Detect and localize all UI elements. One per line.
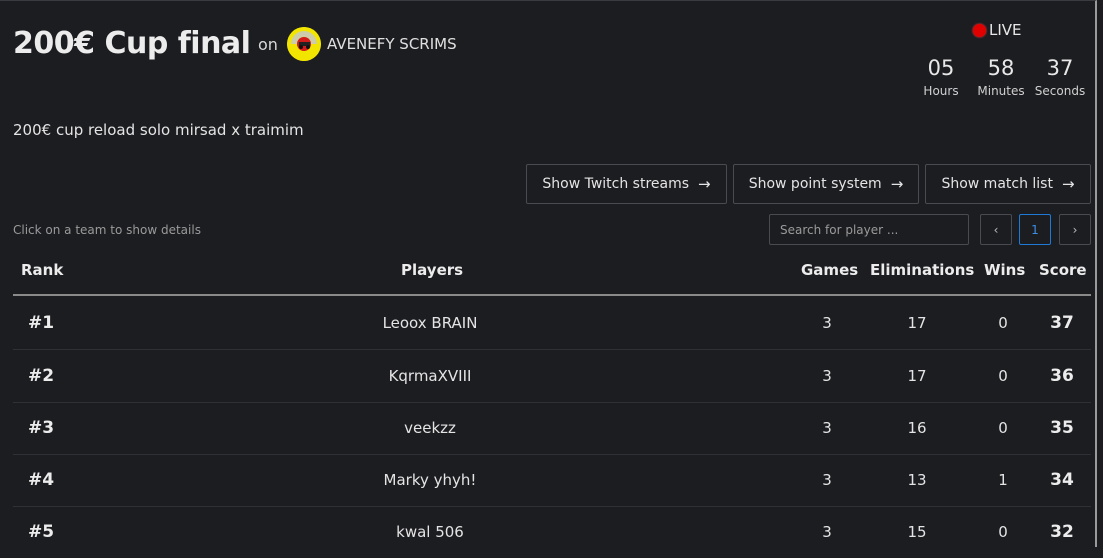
player-cell: veekzz	[404, 419, 456, 437]
rank-cell: #1	[28, 313, 55, 333]
hours-label: Hours	[923, 84, 959, 98]
score-cell: 37	[1050, 313, 1074, 333]
arrow-right-icon: →	[890, 175, 904, 193]
pagination-prev-button[interactable]: ‹	[980, 214, 1012, 245]
score-cell: 32	[1050, 522, 1074, 542]
player-cell: KqrmaXVIII	[388, 367, 472, 385]
eliminations-cell: 15	[907, 523, 927, 541]
pagination-next-button[interactable]: ›	[1059, 214, 1091, 245]
chevron-right-icon: ›	[1072, 222, 1078, 237]
table-row[interactable]: #5 kwal 506 3 15 0 32	[13, 506, 1091, 558]
player-search-input[interactable]	[769, 214, 969, 245]
table-row[interactable]: #4 Marky yhyh! 3 13 1 34	[13, 454, 1091, 507]
player-cell: Marky yhyh!	[383, 471, 477, 489]
rank-cell: #4	[28, 470, 55, 490]
header-score[interactable]: Score	[1039, 261, 1087, 279]
header-wins[interactable]: Wins	[984, 261, 1025, 279]
live-label: LIVE	[989, 21, 1022, 39]
timer-minutes: 58 Minutes	[974, 56, 1028, 98]
table-row[interactable]: #2 KqrmaXVIII 3 17 0 36	[13, 350, 1091, 403]
matches-button-label: Show match list	[941, 176, 1053, 192]
show-point-system-button[interactable]: Show point system →	[733, 164, 919, 204]
score-cell: 36	[1050, 366, 1074, 386]
header-rank[interactable]: Rank	[21, 261, 63, 279]
wins-cell: 0	[998, 314, 1008, 332]
games-cell: 3	[822, 367, 832, 385]
eliminations-cell: 16	[907, 419, 927, 437]
wins-cell: 1	[998, 471, 1008, 489]
hours-value: 05	[927, 56, 955, 80]
score-cell: 35	[1050, 418, 1074, 438]
chevron-left-icon: ‹	[993, 222, 999, 237]
minutes-label: Minutes	[977, 84, 1025, 98]
eliminations-cell: 17	[907, 367, 927, 385]
twitch-button-label: Show Twitch streams	[542, 176, 690, 192]
points-button-label: Show point system	[748, 176, 882, 192]
games-cell: 3	[822, 419, 832, 437]
games-cell: 3	[822, 314, 832, 332]
seconds-label: Seconds	[1034, 84, 1086, 98]
player-cell: Leoox BRAIN	[382, 314, 478, 332]
header-players[interactable]: Players	[401, 261, 463, 279]
seconds-value: 37	[1046, 56, 1074, 80]
current-page-number: 1	[1031, 222, 1039, 237]
organizer-logo-icon	[287, 27, 321, 61]
wins-cell: 0	[998, 367, 1008, 385]
header-eliminations[interactable]: Eliminations	[870, 261, 974, 279]
games-cell: 3	[822, 523, 832, 541]
player-cell: kwal 506	[396, 523, 464, 541]
live-dot-icon	[973, 23, 986, 37]
on-label: on	[258, 35, 278, 54]
eliminations-cell: 13	[907, 471, 927, 489]
score-cell: 34	[1050, 470, 1074, 490]
table-row[interactable]: #1 Leoox BRAIN 3 17 0 37	[13, 297, 1091, 350]
show-twitch-streams-button[interactable]: Show Twitch streams →	[526, 164, 727, 204]
team-details-hint: Click on a team to show details	[13, 223, 201, 237]
table-row[interactable]: #3 veekzz 3 16 0 35	[13, 402, 1091, 455]
live-indicator: LIVE	[973, 21, 1022, 39]
rank-cell: #3	[28, 418, 55, 438]
tournament-description: 200€ cup reload solo mirsad x traimim	[13, 121, 304, 139]
show-match-list-button[interactable]: Show match list →	[925, 164, 1091, 204]
rank-cell: #2	[28, 366, 55, 386]
wins-cell: 0	[998, 419, 1008, 437]
timer-seconds: 37 Seconds	[1034, 56, 1086, 98]
rank-cell: #5	[28, 522, 55, 542]
tournament-title: 200€ Cup final	[13, 26, 251, 61]
organizer-logo[interactable]	[287, 27, 321, 61]
minutes-value: 58	[987, 56, 1015, 80]
header-divider	[13, 294, 1091, 296]
wins-cell: 0	[998, 523, 1008, 541]
organizer-name[interactable]: AVENEFY SCRIMS	[327, 35, 457, 53]
pagination-current-page[interactable]: 1	[1019, 214, 1051, 245]
eliminations-cell: 17	[907, 314, 927, 332]
timer-hours: 05 Hours	[920, 56, 962, 98]
header-games[interactable]: Games	[801, 261, 858, 279]
arrow-right-icon: →	[698, 175, 711, 193]
arrow-right-icon: →	[1061, 175, 1075, 193]
games-cell: 3	[822, 471, 832, 489]
